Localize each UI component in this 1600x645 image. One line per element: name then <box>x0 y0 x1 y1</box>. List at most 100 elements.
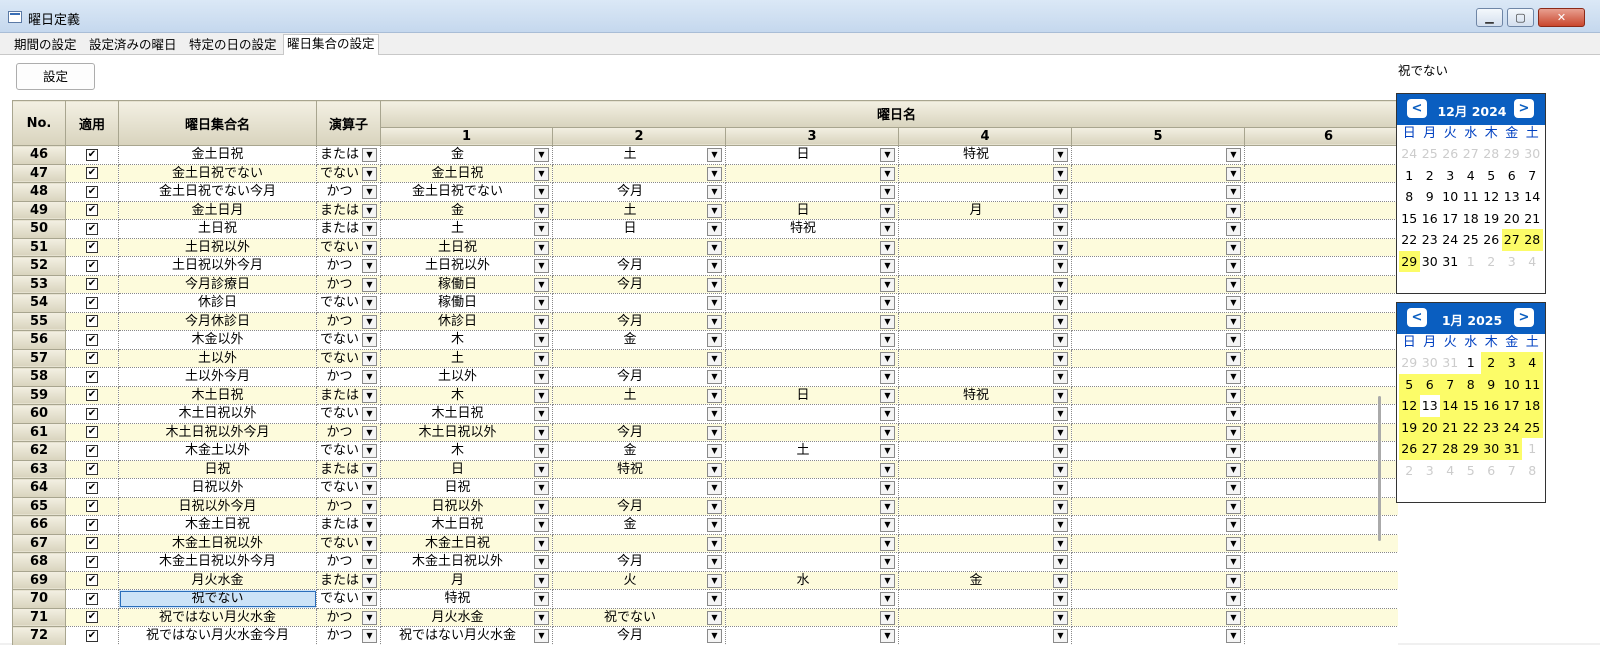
set-name-cell[interactable]: 今月休診日 <box>119 312 317 331</box>
dropdown-arrow-icon[interactable]: ▼ <box>880 352 895 366</box>
day-name-cell[interactable]: ▼ <box>553 349 726 368</box>
calendar-day[interactable]: 6 <box>1481 460 1502 482</box>
apply-checkbox[interactable]: ✔ <box>86 463 98 475</box>
dropdown-arrow-icon[interactable]: ▼ <box>880 278 895 292</box>
dropdown-arrow-icon[interactable]: ▼ <box>534 185 549 199</box>
day-name-cell[interactable]: ▼ <box>1072 497 1245 516</box>
day-name-cell[interactable]: 金▼ <box>381 146 553 165</box>
day-name-cell[interactable]: ▼ <box>899 479 1072 498</box>
apply-cell[interactable]: ✔ <box>66 497 119 516</box>
calendar-day[interactable]: 7 <box>1502 460 1523 482</box>
day-name-cell[interactable] <box>1245 405 1399 424</box>
operator-cell[interactable]: または▼ <box>317 146 381 165</box>
table-row[interactable]: 72✔祝ではない月火水金今月かつ▼祝ではない月火水金▼今月▼▼▼▼ <box>13 627 1399 645</box>
calendar-day[interactable]: 19 <box>1399 417 1420 439</box>
calendar-day[interactable]: 23 <box>1420 229 1441 251</box>
set-name-cell[interactable]: 土以外 <box>119 349 317 368</box>
day-name-cell[interactable]: 今月▼ <box>553 275 726 294</box>
dropdown-arrow-icon[interactable]: ▼ <box>362 148 377 162</box>
day-name-cell[interactable]: 木金土日祝▼ <box>381 534 553 553</box>
dropdown-arrow-icon[interactable]: ▼ <box>880 574 895 588</box>
set-name-cell[interactable]: 土日祝以外今月 <box>119 257 317 276</box>
calendar-day[interactable]: 13 <box>1420 395 1441 417</box>
day-name-cell[interactable]: ▼ <box>1072 331 1245 350</box>
dropdown-arrow-icon[interactable]: ▼ <box>362 463 377 477</box>
day-name-cell[interactable]: ▼ <box>899 368 1072 387</box>
day-name-cell[interactable]: ▼ <box>1072 516 1245 535</box>
maximize-button[interactable]: ▢ <box>1507 8 1534 27</box>
table-row[interactable]: 56✔木金以外でない▼木▼金▼▼▼▼ <box>13 331 1399 350</box>
calendar-day[interactable]: 16 <box>1481 395 1502 417</box>
day-name-cell[interactable] <box>1245 220 1399 239</box>
dropdown-arrow-icon[interactable]: ▼ <box>707 592 722 606</box>
apply-checkbox[interactable]: ✔ <box>86 556 98 568</box>
dropdown-arrow-icon[interactable]: ▼ <box>707 407 722 421</box>
day-name-cell[interactable]: 特祝▼ <box>899 146 1072 165</box>
dropdown-arrow-icon[interactable]: ▼ <box>534 148 549 162</box>
table-row[interactable]: 58✔土以外今月かつ▼土以外▼今月▼▼▼▼ <box>13 368 1399 387</box>
apply-cell[interactable]: ✔ <box>66 553 119 572</box>
day-name-cell[interactable]: ▼ <box>1072 590 1245 609</box>
dropdown-arrow-icon[interactable]: ▼ <box>707 296 722 310</box>
operator-cell[interactable]: でない▼ <box>317 534 381 553</box>
dropdown-arrow-icon[interactable]: ▼ <box>1226 222 1241 236</box>
dropdown-arrow-icon[interactable]: ▼ <box>1226 592 1241 606</box>
dropdown-arrow-icon[interactable]: ▼ <box>1226 537 1241 551</box>
dropdown-arrow-icon[interactable]: ▼ <box>1053 370 1068 384</box>
day-name-cell[interactable] <box>1245 257 1399 276</box>
day-name-cell[interactable]: ▼ <box>1072 312 1245 331</box>
day-name-cell[interactable]: ▼ <box>726 479 899 498</box>
day-name-cell[interactable]: ▼ <box>899 331 1072 350</box>
calendar-day[interactable]: 12 <box>1481 186 1502 208</box>
calendar-day[interactable]: 1 <box>1461 352 1482 374</box>
day-name-cell[interactable]: ▼ <box>899 312 1072 331</box>
dropdown-arrow-icon[interactable]: ▼ <box>707 555 722 569</box>
dropdown-arrow-icon[interactable]: ▼ <box>707 426 722 440</box>
dropdown-arrow-icon[interactable]: ▼ <box>1226 370 1241 384</box>
calendar-day[interactable]: 16 <box>1420 208 1441 230</box>
dropdown-arrow-icon[interactable]: ▼ <box>362 241 377 255</box>
set-name-cell[interactable]: 木土日祝以外 <box>119 405 317 424</box>
column-header-day-1[interactable]: 1 <box>381 127 553 145</box>
day-name-cell[interactable]: ▼ <box>726 608 899 627</box>
dropdown-arrow-icon[interactable]: ▼ <box>534 426 549 440</box>
set-name-cell[interactable]: 金土日祝 <box>119 146 317 165</box>
dropdown-arrow-icon[interactable]: ▼ <box>362 555 377 569</box>
dropdown-arrow-icon[interactable]: ▼ <box>534 481 549 495</box>
dropdown-arrow-icon[interactable]: ▼ <box>1226 296 1241 310</box>
dropdown-arrow-icon[interactable]: ▼ <box>362 629 377 643</box>
dropdown-arrow-icon[interactable]: ▼ <box>707 315 722 329</box>
calendar-day[interactable]: 29 <box>1399 251 1420 273</box>
prev-month-button[interactable]: < <box>1407 308 1427 327</box>
dropdown-arrow-icon[interactable]: ▼ <box>707 204 722 218</box>
tab-specific-day-settings[interactable]: 特定の日の設定 <box>185 35 281 55</box>
dropdown-arrow-icon[interactable]: ▼ <box>1226 500 1241 514</box>
day-name-cell[interactable]: ▼ <box>899 275 1072 294</box>
row-header[interactable]: 54 <box>13 294 66 313</box>
calendar-day[interactable]: 3 <box>1502 251 1523 273</box>
calendar-day[interactable]: 4 <box>1522 352 1543 374</box>
dropdown-arrow-icon[interactable]: ▼ <box>362 352 377 366</box>
tab-configured-days[interactable]: 設定済みの曜日 <box>85 35 181 55</box>
next-month-button[interactable]: > <box>1514 99 1534 118</box>
row-header[interactable]: 52 <box>13 257 66 276</box>
operator-cell[interactable]: でない▼ <box>317 442 381 461</box>
apply-checkbox[interactable]: ✔ <box>86 371 98 383</box>
day-name-cell[interactable] <box>1245 349 1399 368</box>
apply-checkbox[interactable]: ✔ <box>86 389 98 401</box>
day-name-cell[interactable]: ▼ <box>899 423 1072 442</box>
day-name-cell[interactable]: 稼働日▼ <box>381 294 553 313</box>
day-name-cell[interactable]: ▼ <box>726 183 899 202</box>
calendar-day[interactable]: 14 <box>1440 395 1461 417</box>
dropdown-arrow-icon[interactable]: ▼ <box>362 407 377 421</box>
dropdown-arrow-icon[interactable]: ▼ <box>1226 278 1241 292</box>
calendar-day[interactable]: 9 <box>1481 374 1502 396</box>
table-row[interactable]: 67✔木金土日祝以外でない▼木金土日祝▼▼▼▼▼ <box>13 534 1399 553</box>
apply-cell[interactable]: ✔ <box>66 423 119 442</box>
row-header[interactable]: 65 <box>13 497 66 516</box>
set-name-cell[interactable]: 土日祝以外 <box>119 238 317 257</box>
row-header[interactable]: 60 <box>13 405 66 424</box>
dropdown-arrow-icon[interactable]: ▼ <box>534 278 549 292</box>
table-row[interactable]: 59✔木土日祝または▼木▼土▼日▼特祝▼▼ <box>13 386 1399 405</box>
day-name-cell[interactable]: 金土日祝▼ <box>381 164 553 183</box>
